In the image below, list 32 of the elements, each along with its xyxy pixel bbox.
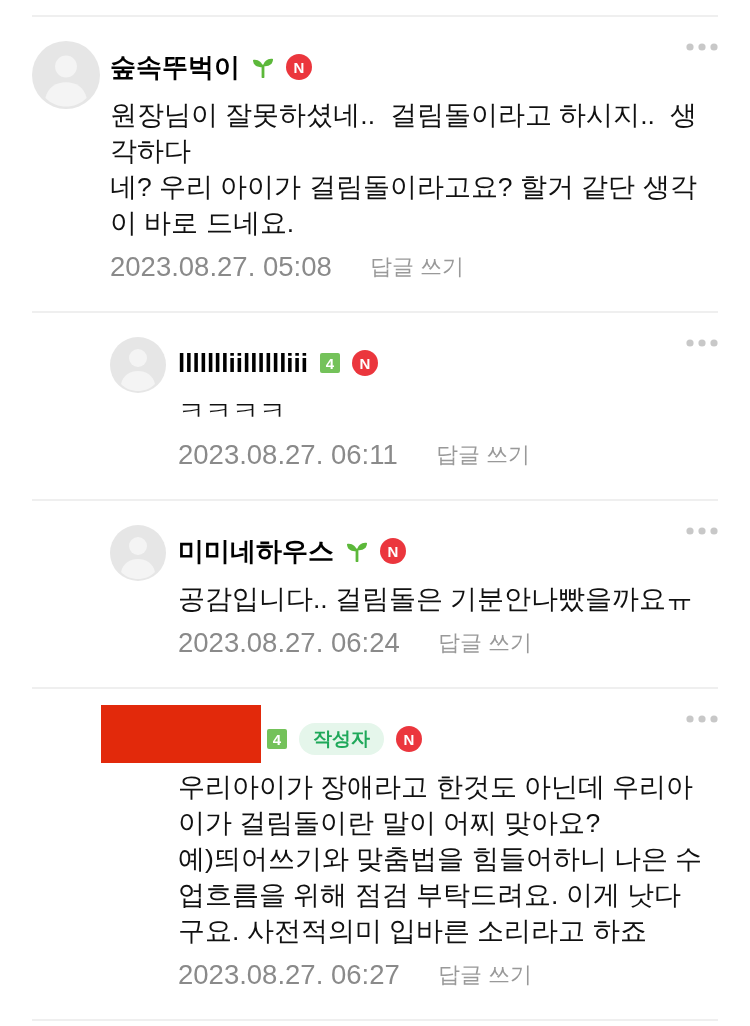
sprout-icon: [346, 540, 368, 562]
more-icon: [686, 43, 718, 51]
comment-date: 2023.08.27. 06:27: [178, 961, 400, 989]
username[interactable]: 미미네하우스: [178, 538, 334, 564]
comment-text: 공감입니다.. 걸림돌은 기분안나빴을까요ㅠ: [178, 583, 695, 616]
level-badge: 4: [267, 729, 287, 749]
sprout-icon: [252, 56, 274, 78]
author-tag: 작성자: [299, 723, 384, 755]
comment-date: 2023.08.27. 06:24: [178, 629, 400, 657]
reply-link[interactable]: 답글 쓰기: [435, 444, 530, 466]
new-badge: N: [286, 54, 312, 80]
reply-link[interactable]: 답글 쓰기: [369, 256, 464, 278]
comment-text: 원장님이 잘못하셨네.. 걸림돌이라고 하시지.. 생 각하다 네? 우리 아이가 걸림돌이라고요? 할거 같단 생각 이 바로 드네요.: [110, 99, 698, 240]
username[interactable]: 숲속뚜벅이: [110, 54, 240, 80]
more-button[interactable]: [686, 339, 718, 347]
reply-link[interactable]: 답글 쓰기: [437, 632, 532, 654]
comment-text: ㅋㅋㅋㅋ: [178, 395, 287, 428]
more-icon: [686, 527, 718, 535]
username[interactable]: llllllliilllllliii: [178, 350, 309, 376]
level-badge: 4: [320, 353, 341, 373]
new-badge: N: [396, 726, 422, 752]
comment-text: 우리아이가 장애라고 한것도 아닌데 우리아 이가 걸림돌이란 말이 어찌 맞아요? 예)띄어쓰기와 맞춤법을 힘들어하니 나은 수 업흐름을 위해 점검 부탁드려요. 이게 낫다 구요. 사전적의미 입바른 소리라고 하죠: [178, 771, 704, 948]
more-icon: [686, 339, 718, 347]
reply-link[interactable]: 답글 쓰기: [437, 964, 532, 986]
more-button[interactable]: [686, 715, 718, 723]
more-icon: [686, 715, 718, 723]
more-button[interactable]: [686, 43, 718, 51]
comment-date: 2023.08.27. 06:11: [178, 441, 398, 469]
comment-date: 2023.08.27. 05:08: [110, 253, 332, 281]
new-badge: N: [380, 538, 406, 564]
more-button[interactable]: [686, 527, 718, 535]
new-badge: N: [352, 350, 379, 376]
